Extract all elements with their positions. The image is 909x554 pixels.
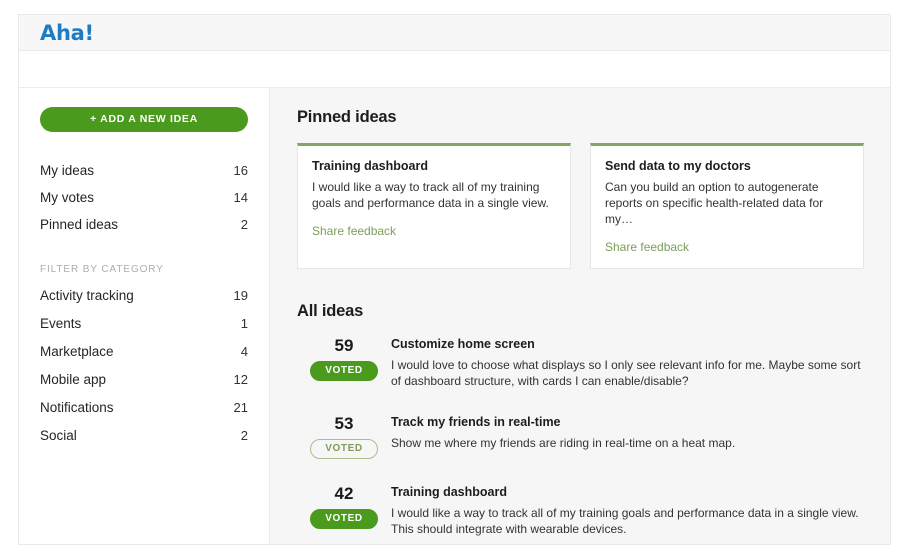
category-label: Mobile app	[40, 371, 107, 387]
pinned-card-title: Send data to my doctors	[605, 159, 751, 173]
category-count: 21	[233, 399, 248, 415]
sidebar-item-label: My ideas	[40, 163, 95, 178]
pinned-card-body: Can you build an option to autogenerate …	[605, 180, 824, 226]
app-window: Aha! + ADD A NEW IDEA My ideas 16 My vot…	[18, 14, 891, 545]
share-feedback-link[interactable]: Share feedback	[312, 224, 396, 238]
category-count: 2	[240, 427, 248, 443]
pinned-ideas-heading: Pinned ideas	[297, 108, 397, 126]
pinned-card-title: Training dashboard	[312, 159, 428, 173]
idea-details: Track my friends in real-time Show me wh…	[391, 413, 864, 451]
vote-column: 59 VOTED	[297, 335, 391, 381]
sidebar-item-my-votes[interactable]: My votes 14	[40, 184, 248, 211]
idea-title[interactable]: Track my friends in real-time	[391, 415, 864, 429]
category-count: 4	[240, 343, 248, 359]
idea-list-item: 42 VOTED Training dashboard I would like…	[297, 483, 864, 537]
filter-by-category-heading: FILTER BY CATEGORY	[40, 264, 164, 275]
vote-count: 53	[334, 414, 354, 433]
category-filter-list: Activity tracking 19 Events 1 Marketplac…	[40, 281, 248, 449]
vote-count: 59	[334, 336, 354, 355]
sidebar: + ADD A NEW IDEA My ideas 16 My votes 14…	[19, 88, 270, 544]
sidebar-item-notifications[interactable]: Notifications 21	[40, 393, 248, 421]
pinned-ideas-grid: Training dashboard I would like a way to…	[297, 143, 864, 269]
category-count: 12	[233, 371, 248, 387]
idea-list-item: 59 VOTED Customize home screen I would l…	[297, 335, 864, 389]
vote-count: 42	[334, 484, 354, 503]
category-count: 19	[233, 287, 248, 303]
idea-title[interactable]: Customize home screen	[391, 337, 864, 351]
idea-details: Customize home screen I would love to ch…	[391, 335, 864, 389]
sidebar-item-count: 2	[240, 217, 248, 232]
idea-title[interactable]: Training dashboard	[391, 485, 864, 499]
add-new-idea-button[interactable]: + ADD A NEW IDEA	[40, 107, 248, 132]
top-nav-bar	[19, 51, 890, 88]
aha-logo[interactable]: Aha!	[40, 21, 94, 45]
all-ideas-heading: All ideas	[297, 302, 364, 320]
sidebar-item-activity-tracking[interactable]: Activity tracking 19	[40, 281, 248, 309]
voted-badge[interactable]: VOTED	[310, 439, 378, 459]
page-body: + ADD A NEW IDEA My ideas 16 My votes 14…	[19, 88, 890, 544]
idea-list-item: 53 VOTED Track my friends in real-time S…	[297, 413, 864, 459]
idea-description: I would like a way to track all of my tr…	[391, 506, 859, 536]
sidebar-item-count: 16	[233, 163, 248, 178]
voted-badge[interactable]: VOTED	[310, 361, 378, 381]
vote-column: 42 VOTED	[297, 483, 391, 529]
sidebar-item-mobile-app[interactable]: Mobile app 12	[40, 365, 248, 393]
pinned-card-body: I would like a way to track all of my tr…	[312, 180, 549, 210]
category-label: Social	[40, 427, 77, 443]
all-ideas-list: 59 VOTED Customize home screen I would l…	[297, 335, 864, 537]
pinned-idea-card[interactable]: Training dashboard I would like a way to…	[297, 143, 571, 269]
category-label: Activity tracking	[40, 287, 134, 303]
sidebar-nav-list: My ideas 16 My votes 14 Pinned ideas 2	[40, 157, 248, 238]
sidebar-item-count: 14	[233, 190, 248, 205]
category-label: Events	[40, 315, 82, 331]
sidebar-item-label: My votes	[40, 190, 95, 205]
sidebar-item-events[interactable]: Events 1	[40, 309, 248, 337]
category-label: Marketplace	[40, 343, 114, 359]
sidebar-item-social[interactable]: Social 2	[40, 421, 248, 449]
main-content: Pinned ideas Training dashboard I would …	[270, 88, 890, 544]
sidebar-item-label: Pinned ideas	[40, 217, 119, 232]
category-label: Notifications	[40, 399, 114, 415]
sidebar-item-marketplace[interactable]: Marketplace 4	[40, 337, 248, 365]
idea-description: Show me where my friends are riding in r…	[391, 436, 736, 450]
share-feedback-link[interactable]: Share feedback	[605, 240, 689, 254]
sidebar-item-pinned-ideas[interactable]: Pinned ideas 2	[40, 211, 248, 238]
pinned-idea-card[interactable]: Send data to my doctors Can you build an…	[590, 143, 864, 269]
category-count: 1	[240, 315, 248, 331]
brand-header: Aha!	[19, 15, 890, 51]
idea-details: Training dashboard I would like a way to…	[391, 483, 864, 537]
idea-description: I would love to choose what displays so …	[391, 358, 861, 388]
vote-column: 53 VOTED	[297, 413, 391, 459]
sidebar-item-my-ideas[interactable]: My ideas 16	[40, 157, 248, 184]
voted-badge[interactable]: VOTED	[310, 509, 378, 529]
